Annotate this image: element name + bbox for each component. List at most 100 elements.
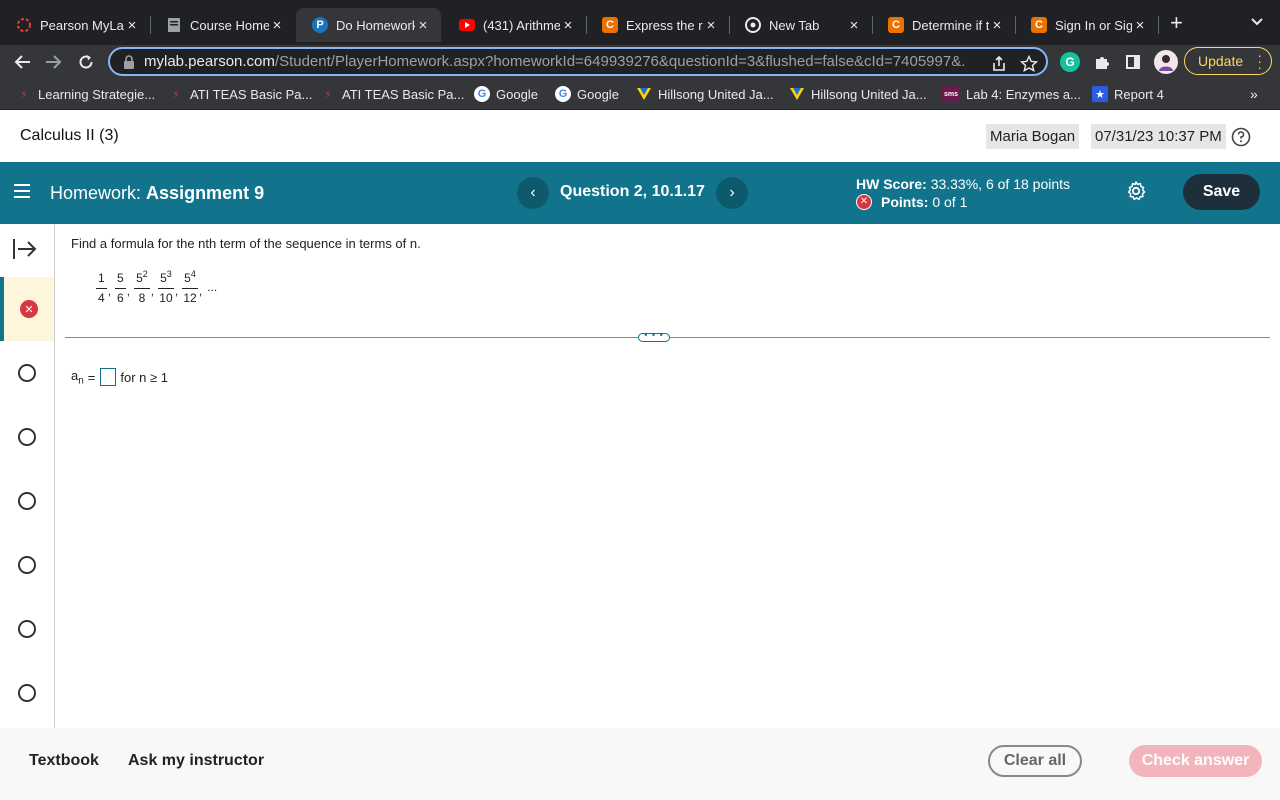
star-icon[interactable] — [1020, 55, 1038, 73]
close-icon[interactable]: × — [124, 17, 140, 34]
next-question-button[interactable]: › — [716, 177, 748, 209]
close-icon[interactable]: × — [703, 17, 719, 34]
bookmark-google-2[interactable]: G Google — [555, 85, 619, 103]
rail-question-5[interactable] — [0, 469, 54, 533]
tab-do-homework[interactable]: P Do Homework × — [296, 8, 441, 42]
back-button[interactable] — [10, 50, 34, 74]
extensions-puzzle-icon[interactable] — [1092, 52, 1112, 72]
menu-icon[interactable] — [14, 184, 30, 198]
hw-score-value: 33.33%, 6 of 18 points — [930, 176, 1071, 192]
tab-youtube-arithmetic[interactable]: (431) Arithme × — [443, 8, 586, 42]
unanswered-circle-icon — [18, 556, 36, 574]
question-prompt: Find a formula for the nth term of the s… — [71, 236, 421, 251]
homework-header: Homework: Assignment 9 ‹ Question 2, 10.… — [0, 162, 1280, 224]
document-icon — [166, 17, 182, 33]
close-icon[interactable]: × — [1132, 17, 1148, 34]
update-button[interactable]: Update · · · — [1184, 47, 1272, 75]
new-tab-button[interactable]: + — [1170, 12, 1183, 34]
sequence-term: 52 8 — [134, 266, 150, 306]
sequence-ellipsis: ... — [207, 280, 218, 294]
flag-icon — [636, 86, 652, 102]
url-text: mylab.pearson.com/Student/PlayerHomework… — [144, 53, 964, 70]
rail-question-2[interactable]: ✕ — [0, 277, 54, 341]
rail-question-4[interactable] — [0, 405, 54, 469]
reload-button[interactable] — [74, 50, 98, 74]
sms-icon: sms — [942, 86, 960, 102]
assignment-name: Assignment 9 — [146, 183, 265, 203]
forward-button[interactable] — [42, 50, 66, 74]
answer-suffix: for n ≥ 1 — [120, 369, 168, 385]
chegg-icon: C — [1031, 17, 1047, 33]
chevron-right-icon: › — [729, 184, 735, 201]
incorrect-x-icon: ✕ — [856, 194, 872, 210]
ati-logo-icon: ⚡ — [172, 88, 180, 101]
bookmark-report4[interactable]: ★ Report 4 — [1092, 85, 1164, 103]
tab-course-home[interactable]: Course Home × — [150, 8, 295, 42]
expand-panel-icon[interactable] — [12, 238, 38, 260]
unanswered-circle-icon — [18, 428, 36, 446]
homework-title: Homework: Assignment 9 — [50, 183, 265, 203]
clear-all-button[interactable]: Clear all — [988, 745, 1082, 777]
pearson-ring-icon — [16, 17, 32, 33]
sequence-term: 5 6 — [115, 266, 126, 306]
sequence-term: 53 10 — [158, 266, 174, 306]
bookmark-learning-strategies[interactable]: ⚡ Learning Strategie... — [16, 85, 155, 103]
arrow-left-icon — [14, 55, 30, 69]
splitter-handle[interactable]: • • • — [638, 331, 670, 342]
answer-line: an = for n ≥ 1 — [71, 368, 168, 387]
unanswered-circle-icon — [18, 620, 36, 638]
close-icon[interactable]: × — [846, 17, 862, 34]
tab-pearson-mylab[interactable]: Pearson MyLa × — [0, 8, 150, 42]
bookmark-hillsong-1[interactable]: Hillsong United Ja... — [636, 85, 774, 103]
google-icon: G — [474, 86, 490, 102]
ask-instructor-link[interactable]: Ask my instructor — [128, 752, 264, 770]
side-panel-icon[interactable] — [1123, 52, 1143, 72]
bookmark-ati-teas-2[interactable]: ⚡ ATI TEAS Basic Pa... — [320, 85, 464, 103]
user-name[interactable]: Maria Bogan — [986, 124, 1080, 149]
tab-chegg-determine[interactable]: C Determine if th × — [872, 8, 1015, 42]
tab-search-button[interactable] — [1250, 14, 1264, 32]
close-icon[interactable]: × — [269, 17, 285, 34]
google-icon: G — [555, 86, 571, 102]
close-icon[interactable]: × — [989, 17, 1005, 34]
textbook-link[interactable]: Textbook — [29, 752, 99, 770]
youtube-icon — [459, 17, 475, 33]
answer-lhs: an — [71, 368, 84, 387]
sequence-display: 1 4 , 5 6 , 52 8 , 53 10 , 54 12 , ... — [95, 266, 217, 310]
tab-chegg-sign-in[interactable]: C Sign In or Sign × — [1015, 8, 1158, 42]
rail-question-8[interactable] — [0, 661, 54, 725]
bookmark-hillsong-2[interactable]: Hillsong United Ja... — [789, 85, 927, 103]
close-icon[interactable]: × — [415, 17, 431, 34]
star-badge-icon: ★ — [1092, 86, 1108, 102]
profile-avatar[interactable] — [1154, 50, 1178, 74]
address-bar[interactable]: mylab.pearson.com/Student/PlayerHomework… — [108, 47, 1048, 76]
sequence-term: 1 4 — [96, 266, 107, 306]
share-icon[interactable] — [990, 55, 1008, 73]
browser-tab-strip: Pearson MyLa × Course Home × P Do Homewo… — [0, 0, 1280, 45]
ati-logo-icon: ⚡ — [20, 88, 28, 101]
save-button[interactable]: Save — [1183, 174, 1260, 210]
help-icon[interactable] — [1231, 127, 1251, 147]
bookmark-google-1[interactable]: G Google — [474, 85, 538, 103]
tab-chegg-express[interactable]: C Express the re × — [586, 8, 729, 42]
bookmark-ati-teas-1[interactable]: ⚡ ATI TEAS Basic Pa... — [168, 85, 312, 103]
rail-question-3[interactable] — [0, 341, 54, 405]
close-icon[interactable]: × — [560, 17, 576, 34]
course-header: Calculus II (3) Maria Bogan 07/31/23 10:… — [0, 111, 1280, 162]
tab-new-tab[interactable]: New Tab × — [729, 8, 872, 42]
grammarly-icon[interactable]: G — [1060, 52, 1080, 72]
chevron-down-icon — [1251, 18, 1263, 26]
rail-question-7[interactable] — [0, 597, 54, 661]
previous-question-button[interactable]: ‹ — [517, 177, 549, 209]
bookmarks-overflow-button[interactable]: » — [1250, 86, 1258, 102]
bookmarks-bar: ⚡ Learning Strategie... ⚡ ATI TEAS Basic… — [0, 78, 1280, 110]
incorrect-x-icon: ✕ — [20, 300, 38, 318]
answer-input[interactable] — [100, 368, 117, 387]
check-answer-button[interactable]: Check answer — [1129, 745, 1262, 777]
chrome-icon — [745, 17, 761, 33]
gear-icon[interactable] — [1125, 180, 1147, 202]
bookmark-lab4[interactable]: sms Lab 4: Enzymes a... — [942, 85, 1081, 103]
kebab-menu-icon: · · · — [1257, 47, 1262, 75]
footer-bar: Textbook Ask my instructor Clear all Che… — [0, 728, 1280, 800]
rail-question-6[interactable] — [0, 533, 54, 597]
